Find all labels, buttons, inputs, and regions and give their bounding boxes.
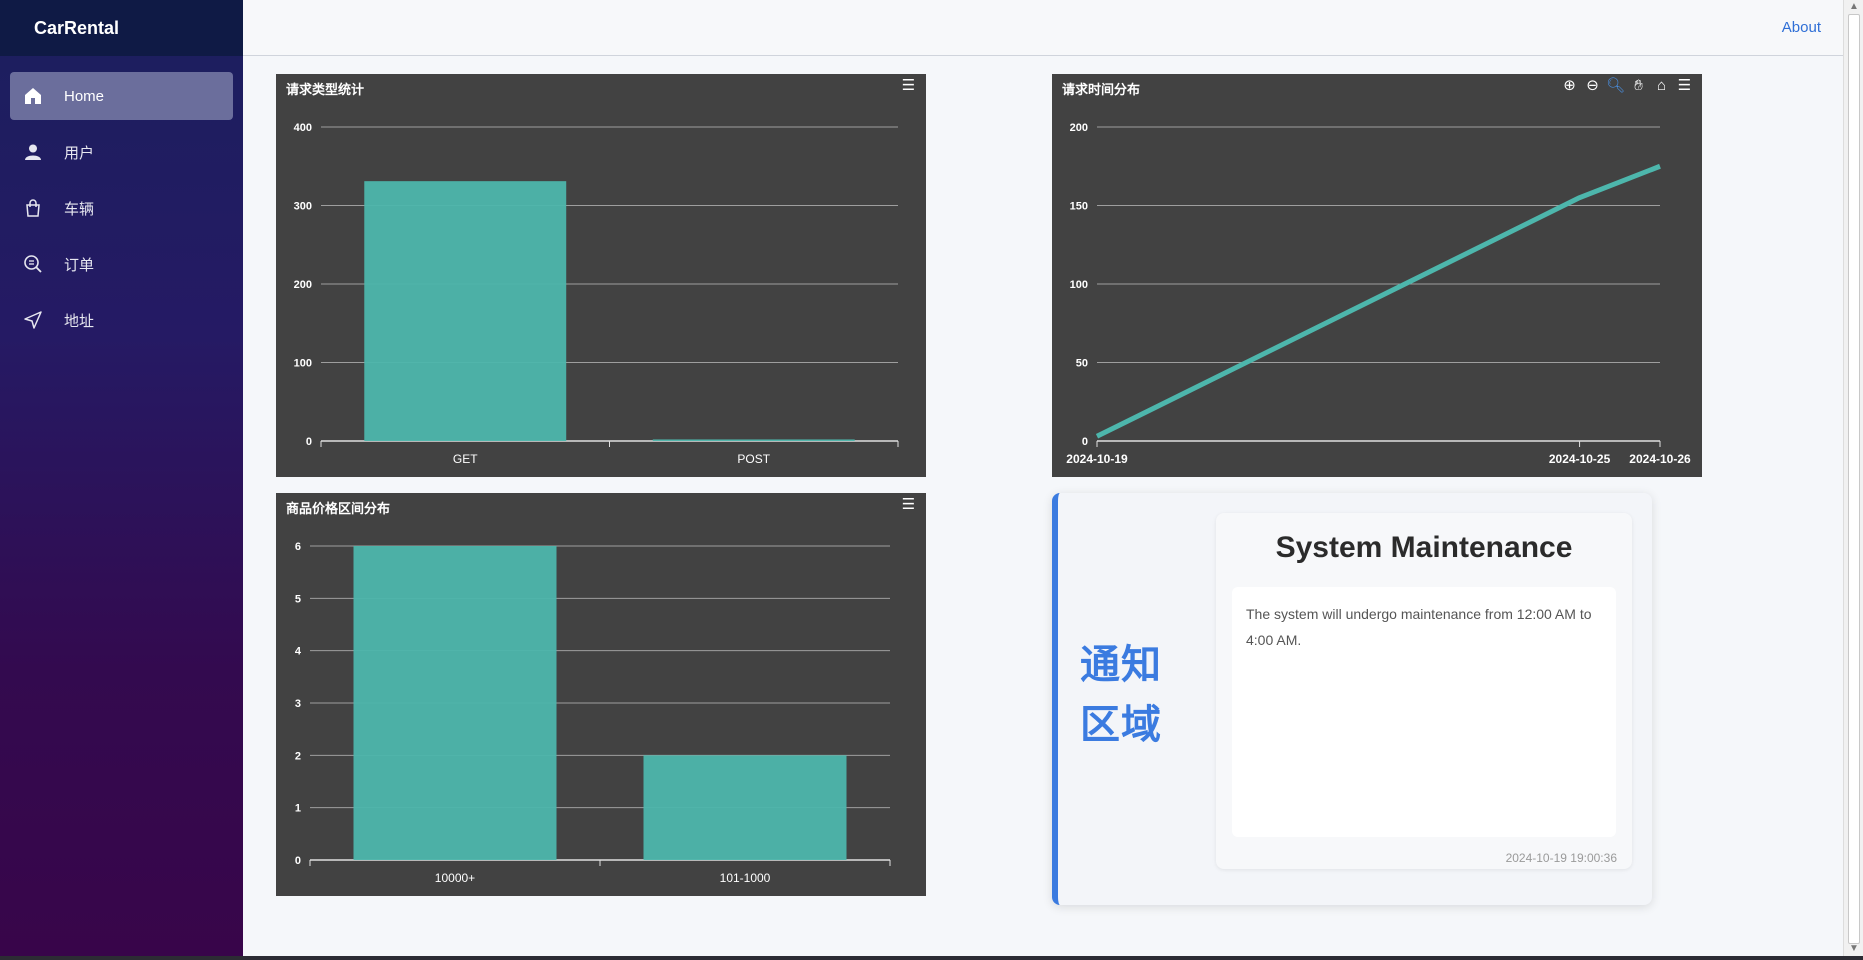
notice-area-label: 通知 区域	[1080, 635, 1170, 755]
y-tick-label: 50	[1076, 358, 1088, 370]
y-tick-label: 400	[294, 122, 312, 134]
y-tick-label: 300	[294, 201, 312, 213]
chart-title: 请求时间分布	[1062, 82, 1141, 97]
window-bottom-edge	[0, 956, 1863, 960]
y-tick-label: 6	[295, 541, 301, 553]
sidebar-item-label: 订单	[64, 256, 95, 274]
bag-icon	[22, 197, 44, 219]
vertical-scrollbar[interactable]: ▲ ▼	[1843, 0, 1863, 956]
x-tick-label: 2024-10-26	[1629, 452, 1691, 466]
y-tick-label: 200	[294, 279, 312, 291]
y-tick-label: 150	[1070, 201, 1088, 213]
sidebar-menu: Home 用户 车辆 订单 地址	[0, 56, 243, 344]
notice-date: 2024-10-19 19:00:36	[1505, 851, 1617, 865]
x-tick-label: 10000+	[435, 871, 475, 885]
sidebar: CarRental Home 用户 车辆 订单 地址	[0, 0, 243, 956]
y-tick-label: 0	[306, 436, 312, 448]
sidebar-item-users[interactable]: 用户	[10, 128, 233, 176]
notice-card[interactable]: System Maintenance The system will under…	[1216, 513, 1632, 869]
y-tick-label: 3	[295, 698, 301, 710]
y-tick-label: 1	[295, 803, 301, 815]
sidebar-item-address[interactable]: 地址	[10, 296, 233, 344]
zoom-out-icon[interactable]: ⊖	[1583, 77, 1602, 95]
menu-icon[interactable]: ☰	[1675, 77, 1694, 95]
y-tick-label: 0	[1082, 436, 1088, 448]
x-tick-label: POST	[737, 452, 770, 466]
x-tick-label: 2024-10-19	[1066, 452, 1128, 466]
request-time-chart: 0 50 100 150 200 2024-10-19 2024-10-25 2024-10-…	[1052, 74, 1702, 477]
chart-svg: 0 1 2 3 4 5 6 10000+ 101-1000	[295, 541, 891, 885]
sidebar-item-label: 车辆	[64, 200, 95, 218]
series-line	[1095, 163, 1661, 439]
brand-title[interactable]: CarRental	[0, 0, 243, 56]
about-link[interactable]: About	[1782, 19, 1821, 36]
bar	[652, 439, 855, 441]
chart-toolbar: ☰	[899, 77, 918, 95]
zoom-in-icon[interactable]: ⊕	[1560, 77, 1579, 95]
pan-icon[interactable]: ✋︎	[1629, 77, 1648, 95]
selection-zoom-icon[interactable]: 🔍︎	[1606, 77, 1625, 95]
location-arrow-icon	[22, 309, 44, 331]
menu-icon[interactable]: ☰	[899, 496, 918, 514]
chart-title: 请求类型统计	[286, 82, 365, 97]
bar	[364, 181, 567, 441]
scroll-up-icon[interactable]: ▲	[1849, 1, 1859, 12]
scroll-down-icon[interactable]: ▼	[1849, 943, 1859, 954]
search-document-icon	[22, 253, 44, 275]
sidebar-item-orders[interactable]: 订单	[10, 240, 233, 288]
sidebar-item-label: 地址	[64, 312, 95, 330]
y-tick-label: 0	[295, 855, 301, 867]
chart-svg: 0 50 100 150 200 2024-10-19 2024-10-25 2024-10-…	[1066, 122, 1691, 466]
sidebar-item-label: 用户	[64, 144, 95, 162]
y-tick-label: 2	[295, 750, 301, 762]
y-tick-label: 200	[1070, 122, 1088, 134]
sidebar-item-label: Home	[64, 87, 105, 105]
notice-label-line: 通知	[1080, 643, 1162, 687]
y-tick-label: 100	[1070, 279, 1088, 291]
chart-title: 商品价格区间分布	[286, 501, 391, 516]
bar	[643, 755, 847, 860]
x-tick-label: GET	[453, 452, 478, 466]
chart-svg: 0 100 200 300 400 GET POST	[294, 122, 899, 466]
reset-home-icon[interactable]: ⌂	[1652, 77, 1671, 95]
sidebar-item-home[interactable]: Home	[10, 72, 233, 120]
home-icon	[22, 85, 44, 107]
notice-label-line: 区域	[1080, 703, 1162, 747]
price-range-chart: 0 1 2 3 4 5 6 10000+ 101-1000 商品价格区间分布 ☰	[276, 493, 926, 896]
menu-icon[interactable]: ☰	[899, 77, 918, 95]
request-type-chart: 0 100 200 300 400 GET POST 请求类型统计 ☰	[276, 74, 926, 477]
y-tick-label: 4	[295, 646, 302, 658]
top-bar: About	[243, 0, 1843, 56]
y-tick-label: 100	[294, 358, 312, 370]
chart-toolbar: ⊕ ⊖ 🔍︎ ✋︎ ⌂ ☰	[1560, 77, 1694, 95]
notice-title: System Maintenance	[1275, 531, 1573, 564]
x-tick-label: 2024-10-25	[1549, 452, 1611, 466]
chart-toolbar: ☰	[899, 496, 918, 514]
scrollbar-thumb[interactable]	[1848, 14, 1860, 944]
user-icon	[22, 141, 44, 163]
bar	[353, 546, 557, 860]
y-tick-label: 5	[295, 593, 301, 605]
x-tick-label: 101-1000	[720, 871, 771, 885]
notice-body: The system will undergo maintenance from…	[1232, 587, 1616, 837]
sidebar-item-vehicles[interactable]: 车辆	[10, 184, 233, 232]
notice-area: 通知 区域 System Maintenance The system will…	[1052, 493, 1652, 905]
